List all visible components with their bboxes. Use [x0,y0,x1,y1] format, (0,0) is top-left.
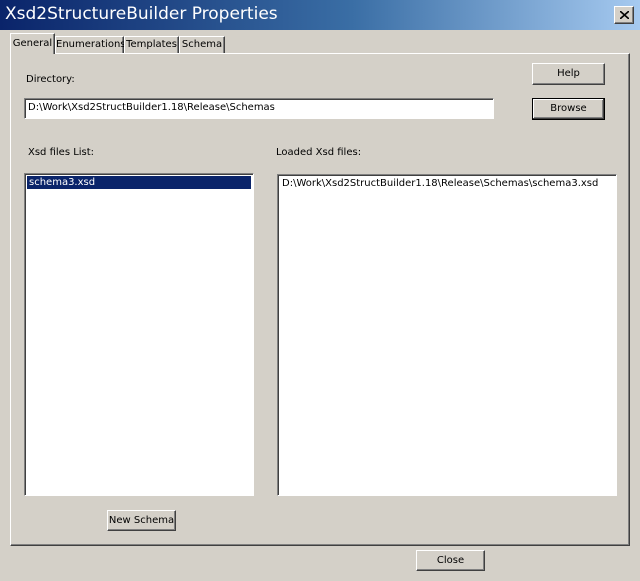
window-close-button[interactable] [614,6,634,24]
directory-input[interactable]: D:\Work\Xsd2StructBuilder1.18\Release\Sc… [24,98,494,119]
tab-general[interactable]: General [10,33,55,54]
directory-label: Directory: [26,74,75,85]
loaded-xsd-files-label: Loaded Xsd files: [276,147,362,158]
close-icon [620,11,629,19]
tab-templates[interactable]: Templates [124,36,179,53]
tab-enumerations[interactable]: Enumerations [55,36,126,53]
window-title: Xsd2StructureBuilder Properties [5,4,278,24]
title-bar: Xsd2StructureBuilder Properties [0,0,640,30]
xsd-files-list-label: Xsd files List: [28,147,95,158]
list-item[interactable]: D:\Work\Xsd2StructBuilder1.18\Release\Sc… [280,177,614,190]
xsd-files-listbox[interactable]: schema3.xsd [24,173,254,496]
list-item[interactable]: schema3.xsd [27,176,251,189]
loaded-xsd-files-listbox[interactable]: D:\Work\Xsd2StructBuilder1.18\Release\Sc… [277,174,617,496]
close-button[interactable]: Close [416,550,485,571]
tab-schema[interactable]: Schema [179,36,225,53]
new-schema-button[interactable]: New Schema [107,510,176,531]
help-button[interactable]: Help [532,63,605,85]
browse-button[interactable]: Browse [532,98,605,120]
